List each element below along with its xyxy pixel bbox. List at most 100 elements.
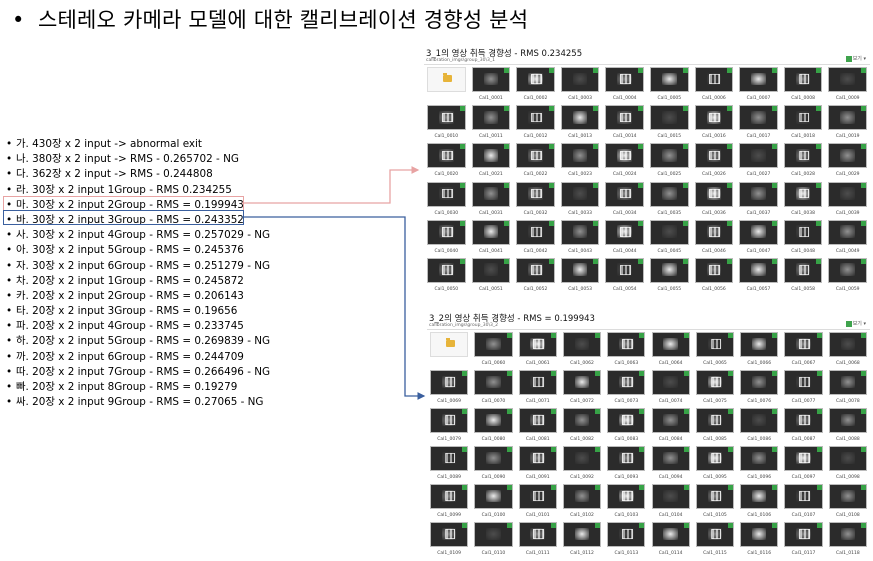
thumbnail-item[interactable]: Cal1_0038	[781, 180, 826, 218]
thumbnail-item[interactable]: Cal1_0110	[471, 520, 515, 558]
thumbnail-item[interactable]: Cal1_0080	[471, 406, 515, 444]
thumbnail-item[interactable]: Cal1_0031	[469, 180, 514, 218]
thumbnail-item[interactable]: Cal1_0055	[647, 256, 692, 294]
thumbnail-item[interactable]: Cal1_0087	[781, 406, 825, 444]
thumbnail-item[interactable]: Cal1_0061	[516, 330, 560, 368]
thumbnail-item[interactable]: Cal1_0081	[516, 406, 560, 444]
thumbnail-item[interactable]: Cal1_0094	[649, 444, 693, 482]
panel-1-view-control[interactable]: 보기 ▾	[845, 55, 866, 62]
thumbnail-item[interactable]: Cal1_0084	[649, 406, 693, 444]
thumbnail-item[interactable]: Cal1_0083	[604, 406, 648, 444]
thumbnail-item[interactable]: Cal1_0029	[825, 141, 870, 179]
thumbnail-item[interactable]: Cal1_0025	[647, 141, 692, 179]
thumbnail-item[interactable]: Cal1_0039	[825, 180, 870, 218]
thumbnail-item[interactable]: Cal1_0109	[427, 520, 471, 558]
thumbnail-item[interactable]: Cal1_0111	[516, 520, 560, 558]
thumbnail-item[interactable]: Cal1_0103	[604, 482, 648, 520]
thumbnail-item[interactable]: Cal1_0046	[692, 218, 737, 256]
thumbnail-item[interactable]: Cal1_0021	[469, 141, 514, 179]
thumbnail-item[interactable]: Cal1_0064	[649, 330, 693, 368]
thumbnail-item[interactable]: Cal1_0004	[602, 65, 647, 103]
thumbnail-item[interactable]: Cal1_0114	[649, 520, 693, 558]
thumbnail-item[interactable]: Cal1_0010	[424, 103, 469, 141]
thumbnail-item[interactable]: Cal1_0071	[516, 368, 560, 406]
thumbnail-item[interactable]: Cal1_0050	[424, 256, 469, 294]
thumbnail-item[interactable]: Cal1_0033	[558, 180, 603, 218]
thumbnail-item[interactable]: Cal1_0063	[604, 330, 648, 368]
thumbnail-item[interactable]: Cal1_0116	[737, 520, 781, 558]
thumbnail-item[interactable]: Cal1_0072	[560, 368, 604, 406]
thumbnail-item[interactable]: Cal1_0056	[692, 256, 737, 294]
thumbnail-item[interactable]: Cal1_0023	[558, 141, 603, 179]
thumbnail-item[interactable]: Cal1_0002	[513, 65, 558, 103]
thumbnail-item[interactable]: Cal1_0099	[427, 482, 471, 520]
thumbnail-item[interactable]: Cal1_0057	[736, 256, 781, 294]
thumbnail-item[interactable]: Cal1_0045	[647, 218, 692, 256]
thumbnail-item[interactable]: Cal1_0036	[692, 180, 737, 218]
thumbnail-item[interactable]: Cal1_0013	[558, 103, 603, 141]
thumbnail-item[interactable]	[424, 65, 469, 103]
thumbnail-item[interactable]: Cal1_0076	[737, 368, 781, 406]
thumbnail-item[interactable]: Cal1_0097	[781, 444, 825, 482]
thumbnail-item[interactable]: Cal1_0088	[826, 406, 870, 444]
thumbnail-item[interactable]: Cal1_0078	[826, 368, 870, 406]
thumbnail-item[interactable]: Cal1_0042	[513, 218, 558, 256]
thumbnail-item[interactable]: Cal1_0100	[471, 482, 515, 520]
thumbnail-item[interactable]: Cal1_0091	[516, 444, 560, 482]
thumbnail-item[interactable]: Cal1_0106	[737, 482, 781, 520]
thumbnail-item[interactable]: Cal1_0059	[825, 256, 870, 294]
thumbnail-item[interactable]: Cal1_0098	[826, 444, 870, 482]
thumbnail-item[interactable]: Cal1_0047	[736, 218, 781, 256]
thumbnail-item[interactable]: Cal1_0115	[693, 520, 737, 558]
thumbnail-item[interactable]: Cal1_0008	[781, 65, 826, 103]
thumbnail-item[interactable]: Cal1_0041	[469, 218, 514, 256]
thumbnail-item[interactable]: Cal1_0105	[693, 482, 737, 520]
thumbnail-item[interactable]: Cal1_0070	[471, 368, 515, 406]
panel-2-view-control[interactable]: 보기 ▾	[845, 320, 866, 327]
thumbnail-item[interactable]: Cal1_0079	[427, 406, 471, 444]
thumbnail-item[interactable]: Cal1_0007	[736, 65, 781, 103]
thumbnail-item[interactable]: Cal1_0044	[602, 218, 647, 256]
thumbnail-item[interactable]: Cal1_0015	[647, 103, 692, 141]
thumbnail-item[interactable]: Cal1_0118	[826, 520, 870, 558]
thumbnail-item[interactable]: Cal1_0066	[737, 330, 781, 368]
thumbnail-item[interactable]: Cal1_0024	[602, 141, 647, 179]
thumbnail-item[interactable]: Cal1_0089	[427, 444, 471, 482]
thumbnail-item[interactable]: Cal1_0052	[513, 256, 558, 294]
thumbnail-item[interactable]: Cal1_0067	[781, 330, 825, 368]
thumbnail-item[interactable]: Cal1_0107	[781, 482, 825, 520]
thumbnail-item[interactable]: Cal1_0017	[736, 103, 781, 141]
thumbnail-item[interactable]: Cal1_0112	[560, 520, 604, 558]
thumbnail-item[interactable]: Cal1_0085	[693, 406, 737, 444]
thumbnail-item[interactable]: Cal1_0053	[558, 256, 603, 294]
thumbnail-item[interactable]: Cal1_0113	[604, 520, 648, 558]
thumbnail-item[interactable]: Cal1_0014	[602, 103, 647, 141]
thumbnail-item[interactable]: Cal1_0074	[649, 368, 693, 406]
thumbnail-item[interactable]: Cal1_0095	[693, 444, 737, 482]
thumbnail-item[interactable]: Cal1_0040	[424, 218, 469, 256]
thumbnail-item[interactable]: Cal1_0082	[560, 406, 604, 444]
thumbnail-item[interactable]: Cal1_0090	[471, 444, 515, 482]
thumbnail-item[interactable]: Cal1_0030	[424, 180, 469, 218]
thumbnail-item[interactable]: Cal1_0092	[560, 444, 604, 482]
thumbnail-item[interactable]	[427, 330, 471, 368]
thumbnail-item[interactable]: Cal1_0028	[781, 141, 826, 179]
thumbnail-item[interactable]: Cal1_0016	[692, 103, 737, 141]
thumbnail-item[interactable]: Cal1_0011	[469, 103, 514, 141]
thumbnail-item[interactable]: Cal1_0058	[781, 256, 826, 294]
thumbnail-item[interactable]: Cal1_0068	[826, 330, 870, 368]
thumbnail-item[interactable]: Cal1_0065	[693, 330, 737, 368]
thumbnail-item[interactable]: Cal1_0005	[647, 65, 692, 103]
thumbnail-item[interactable]: Cal1_0096	[737, 444, 781, 482]
thumbnail-item[interactable]: Cal1_0020	[424, 141, 469, 179]
thumbnail-item[interactable]: Cal1_0049	[825, 218, 870, 256]
thumbnail-item[interactable]: Cal1_0060	[471, 330, 515, 368]
thumbnail-item[interactable]: Cal1_0108	[826, 482, 870, 520]
thumbnail-item[interactable]: Cal1_0022	[513, 141, 558, 179]
thumbnail-item[interactable]: Cal1_0075	[693, 368, 737, 406]
thumbnail-item[interactable]: Cal1_0027	[736, 141, 781, 179]
thumbnail-item[interactable]: Cal1_0009	[825, 65, 870, 103]
thumbnail-item[interactable]: Cal1_0012	[513, 103, 558, 141]
thumbnail-item[interactable]: Cal1_0073	[604, 368, 648, 406]
thumbnail-item[interactable]: Cal1_0035	[647, 180, 692, 218]
